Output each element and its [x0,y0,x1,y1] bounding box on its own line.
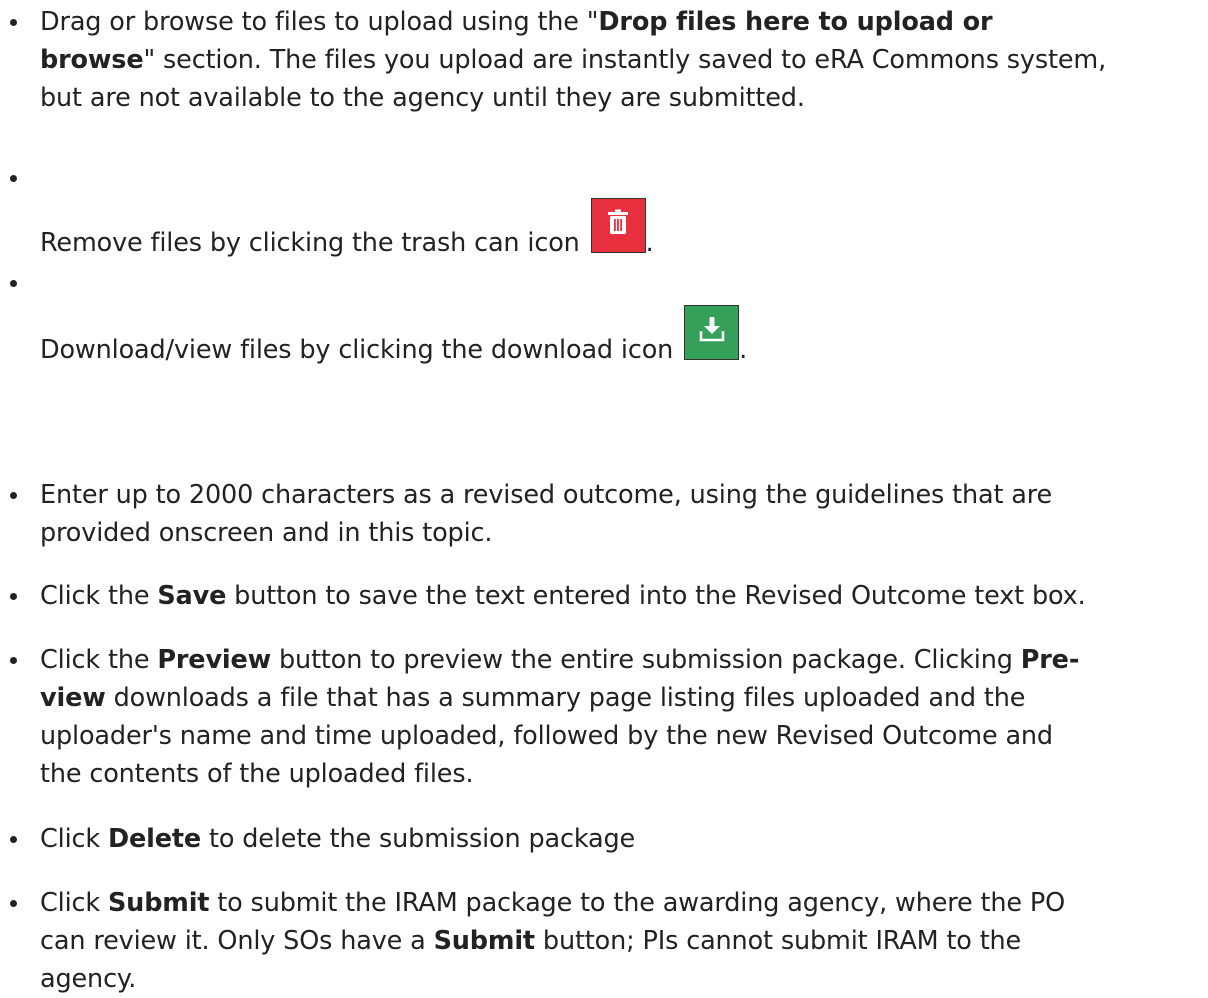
list-item-download-files: Download/view files by clicking the down… [10,268,1200,365]
text-run: Remove files by clicking the trash can i… [40,228,588,258]
text-line: Download/view files by clicking the down… [40,305,747,369]
list-item-revised-outcome: Enter up to 2000 characters as a revised… [10,476,1200,552]
download-icon [684,305,740,360]
text-line: Remove files by clicking the trash can i… [40,198,654,262]
text-run: . [645,228,654,258]
text-run: Drag or browse to files to upload using … [40,7,599,37]
list-item-save: Click the Save button to save the text e… [10,577,1200,615]
text-run: to delete the submission package [201,824,636,854]
list-item-preview: Click the Preview button to preview the … [10,641,1200,793]
text-line: Enter up to 2000 characters as a revised… [40,480,1053,510]
text-run: Click the [40,581,158,611]
text-line: Click Submit to submit the IRAM package … [40,884,1200,922]
bold-text: Submit [107,888,210,918]
text-run: Click [40,888,108,918]
text-line: browse" section. The files you upload ar… [40,41,1200,79]
text-line: but are not available to the agency unti… [40,83,805,113]
help-document: Drag or browse to files to upload using … [0,0,1208,994]
text-run: can review it. Only SOs have a [40,926,434,956]
text-line: can review it. Only SOs have a Submit bu… [40,922,1200,960]
text-run: Download/view files by clicking the down… [40,335,682,365]
text-line: Click Delete to delete the submission pa… [40,820,1200,858]
text-line: Click the Preview button to preview the … [40,641,1200,679]
text-line: uploader's name and time uploaded, follo… [40,721,1053,751]
text-run: " section. The files you upload are inst… [143,45,1107,75]
text-run: . [739,335,748,365]
text-line: provided onscreen and in this topic. [40,518,493,548]
text-run: Click the [40,645,158,675]
text-run: button; PIs cannot submit IRAM to the [534,926,1022,956]
text-run: button to save the text entered into the… [226,581,1086,611]
bold-text: Delete [107,824,202,854]
text-line: Click the Save button to save the text e… [40,577,1200,615]
trash-icon [590,198,646,253]
bold-text: Pre- [1020,645,1080,675]
list-item-delete: Click Delete to delete the submission pa… [10,820,1200,858]
text-run: downloads a file that has a summary page… [105,683,1026,713]
bold-text: view [40,683,106,713]
text-run: Click [40,824,108,854]
list-item-submit: Click Submit to submit the IRAM package … [10,884,1200,998]
text-line: the contents of the uploaded files. [40,759,474,789]
bold-text: Preview [157,645,272,675]
bold-text: Drop files here to upload or [598,7,993,37]
text-run: to submit the IRAM package to the awardi… [209,888,1066,918]
bold-text: Save [157,581,227,611]
bold-text: Submit [433,926,536,956]
list-item-upload-files: Drag or browse to files to upload using … [10,3,1200,117]
list-item-remove-files: Remove files by clicking the trash can i… [10,163,1200,258]
bold-text: browse [40,45,144,75]
text-line: agency. [40,964,137,994]
text-line: Drag or browse to files to upload using … [40,3,1200,41]
text-line: view downloads a file that has a summary… [40,679,1200,717]
text-run: button to preview the entire submission … [271,645,1021,675]
